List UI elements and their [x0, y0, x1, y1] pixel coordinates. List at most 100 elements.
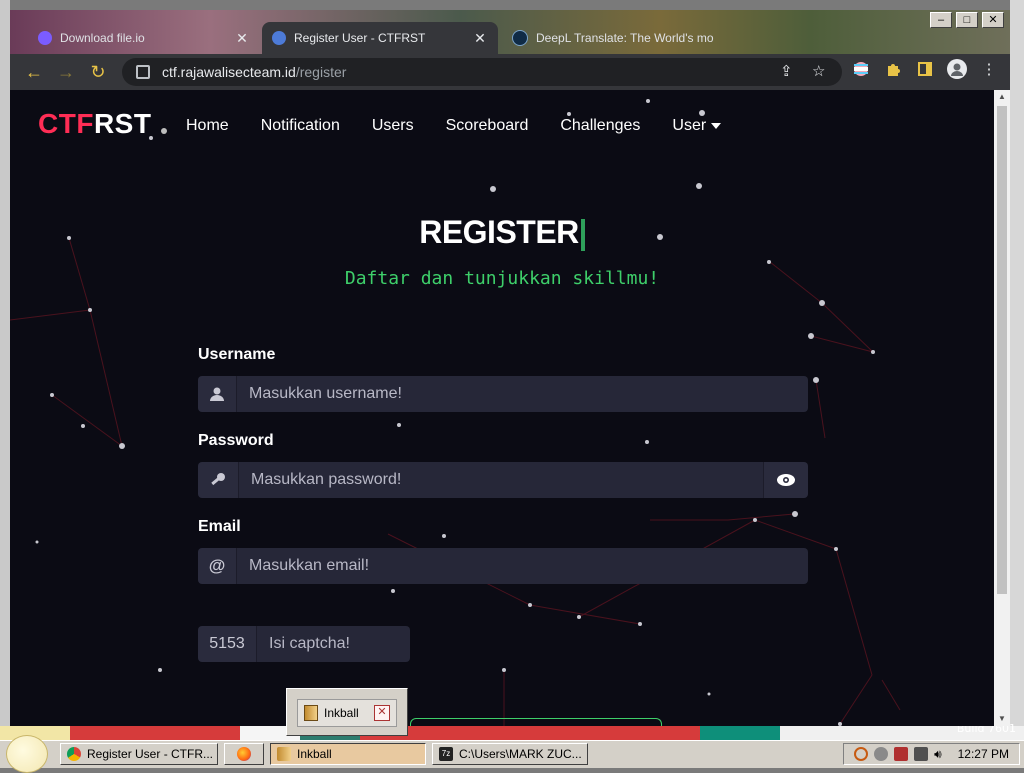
username-field[interactable]: Masukkan username! — [198, 376, 808, 412]
menu-kebab-icon[interactable]: ⋮ — [978, 58, 1000, 80]
captcha-field[interactable]: 5153 Isi captcha! — [198, 626, 410, 662]
taskbar-label: Inkball — [297, 747, 332, 761]
address-bar[interactable]: ctf.rajawalisecteam.id/register — [122, 58, 842, 86]
clock[interactable]: 12:27 PM — [958, 747, 1009, 761]
close-window-icon[interactable]: ✕ — [982, 12, 1004, 28]
volume-icon[interactable]: 🔊︎ — [934, 747, 942, 762]
inkball-popup-label: Inkball — [324, 706, 359, 720]
tab-download[interactable]: Download file.io ✕ — [28, 22, 260, 54]
email-field[interactable]: @ Masukkan email! — [198, 548, 808, 584]
logo-part-rst: RST — [93, 108, 152, 139]
close-popup-icon[interactable]: ✕ — [374, 705, 390, 721]
network-icon[interactable] — [914, 747, 929, 761]
username-input[interactable]: Masukkan username! — [237, 376, 808, 412]
taskbar-label: Register User - CTFR... — [87, 747, 214, 761]
password-label: Password — [198, 432, 274, 449]
maximize-icon[interactable]: □ — [956, 12, 978, 28]
firefox-icon — [237, 747, 251, 761]
scroll-down-icon[interactable]: ▼ — [994, 712, 1010, 726]
toolbar-actions: ⋮ — [850, 58, 1000, 80]
taskbar: Register User - CTFR... Inkball 7z C:\Us… — [0, 735, 1024, 773]
desktop-right-edge — [1010, 0, 1024, 740]
taskbar-label: C:\Users\MARK ZUC... — [459, 747, 582, 761]
at-sign-icon: @ — [198, 548, 237, 584]
page-content: CTFRST Home Notification Users Scoreboar… — [10, 90, 994, 726]
taskbar-item-firefox[interactable] — [224, 743, 264, 765]
taskbar-item-chrome[interactable]: Register User - CTFR... — [60, 743, 218, 765]
password-field[interactable]: Masukkan password! — [198, 462, 808, 498]
nav-scoreboard[interactable]: Scoreboard — [446, 117, 529, 135]
reload-icon[interactable]: ↻ — [82, 62, 114, 83]
logo-part-ctf: CTF — [38, 108, 94, 139]
nav-home[interactable]: Home — [186, 117, 229, 135]
show-password-eye-icon[interactable] — [763, 462, 808, 498]
nav-challenges[interactable]: Challenges — [560, 117, 640, 135]
window-controls: – □ ✕ — [930, 12, 1004, 28]
inkball-icon — [304, 705, 318, 721]
deepl-favicon-icon — [512, 30, 528, 46]
desktop-wallpaper-strip — [0, 726, 1024, 740]
tab-deepl[interactable]: DeepL Translate: The World's mo — [502, 22, 738, 54]
taskbar-item-7zip[interactable]: 7z C:\Users\MARK ZUC... — [432, 743, 588, 765]
fileio-favicon-icon — [38, 31, 52, 45]
page-title: REGISTER — [10, 214, 994, 251]
nav-notification[interactable]: Notification — [261, 117, 340, 135]
ctfrst-favicon-icon — [272, 31, 286, 45]
address-host: ctf.rajawalisecteam.id — [162, 64, 296, 80]
site-logo[interactable]: CTFRST — [38, 108, 151, 140]
forward-arrow-icon[interactable]: → — [50, 62, 82, 83]
captcha-code: 5153 — [198, 626, 257, 662]
close-tab-icon[interactable]: ✕ — [472, 30, 488, 47]
nav-user-label: User — [672, 117, 707, 134]
user-icon — [198, 376, 237, 412]
close-tab-icon[interactable]: ✕ — [234, 30, 250, 47]
tab-register[interactable]: Register User - CTFRST ✕ — [262, 22, 498, 54]
tab-label: Download file.io — [60, 31, 145, 45]
nav-user-dropdown[interactable]: User — [672, 117, 722, 135]
taskbar-item-inkball[interactable]: Inkball — [270, 743, 426, 765]
tab-label: Register User - CTFRST — [294, 31, 426, 45]
7zip-icon: 7z — [439, 747, 453, 761]
scroll-thumb[interactable] — [997, 106, 1007, 594]
extensions-puzzle-icon[interactable] — [882, 58, 904, 80]
inkball-icon — [277, 747, 291, 761]
username-label: Username — [198, 346, 276, 363]
site-navbar: CTFRST Home Notification Users Scoreboar… — [38, 108, 722, 140]
scroll-up-icon[interactable]: ▲ — [994, 90, 1010, 104]
chrome-icon — [67, 747, 81, 761]
title-text: REGISTER — [419, 214, 579, 250]
address-path: /register — [295, 64, 347, 80]
tab-strip: Download file.io ✕ Register User - CTFRS… — [10, 10, 1010, 54]
bookmark-star-icon[interactable]: ☆ — [812, 62, 825, 80]
caret-down-icon — [711, 122, 722, 129]
page-subtitle: Daftar dan tunjukkan skillmu! — [344, 268, 660, 289]
minimize-icon[interactable]: – — [930, 12, 952, 28]
search-tray-icon[interactable] — [854, 747, 869, 761]
email-label: Email — [198, 518, 241, 535]
lock-icon — [136, 65, 150, 79]
status-tray-icon[interactable] — [874, 747, 889, 761]
password-input[interactable]: Masukkan password! — [239, 462, 763, 498]
desktop-left-edge — [0, 0, 10, 740]
submit-button-partial[interactable] — [410, 718, 662, 726]
browser-toolbar: ← → ↻ ctf.rajawalisecteam.id/register ⇪ … — [10, 54, 1010, 90]
profile-avatar-icon[interactable] — [946, 58, 968, 80]
email-input[interactable]: Masukkan email! — [237, 548, 808, 584]
share-icon[interactable]: ⇪ — [780, 62, 793, 80]
inkball-thumbnail-popup[interactable]: Inkball ✕ — [286, 688, 408, 736]
inkball-popup-item[interactable]: Inkball ✕ — [297, 699, 397, 727]
nav-links: Home Notification Users Scoreboard Chall… — [186, 117, 722, 135]
browser-window: Download file.io ✕ Register User - CTFRS… — [10, 10, 1010, 726]
back-arrow-icon[interactable]: ← — [18, 62, 50, 83]
key-icon — [198, 462, 239, 498]
tab-label: DeepL Translate: The World's mo — [536, 31, 714, 45]
start-button[interactable] — [6, 735, 48, 773]
page-scrollbar[interactable]: ▲ ▼ — [994, 90, 1010, 726]
extension-flag-icon[interactable] — [850, 58, 872, 80]
nav-dot-icon — [161, 128, 168, 134]
action-center-icon[interactable] — [894, 747, 909, 761]
system-tray: 🔊︎ 12:27 PM — [843, 743, 1020, 765]
side-panel-icon[interactable] — [914, 58, 936, 80]
nav-users[interactable]: Users — [372, 117, 414, 135]
captcha-input[interactable]: Isi captcha! — [257, 626, 410, 662]
